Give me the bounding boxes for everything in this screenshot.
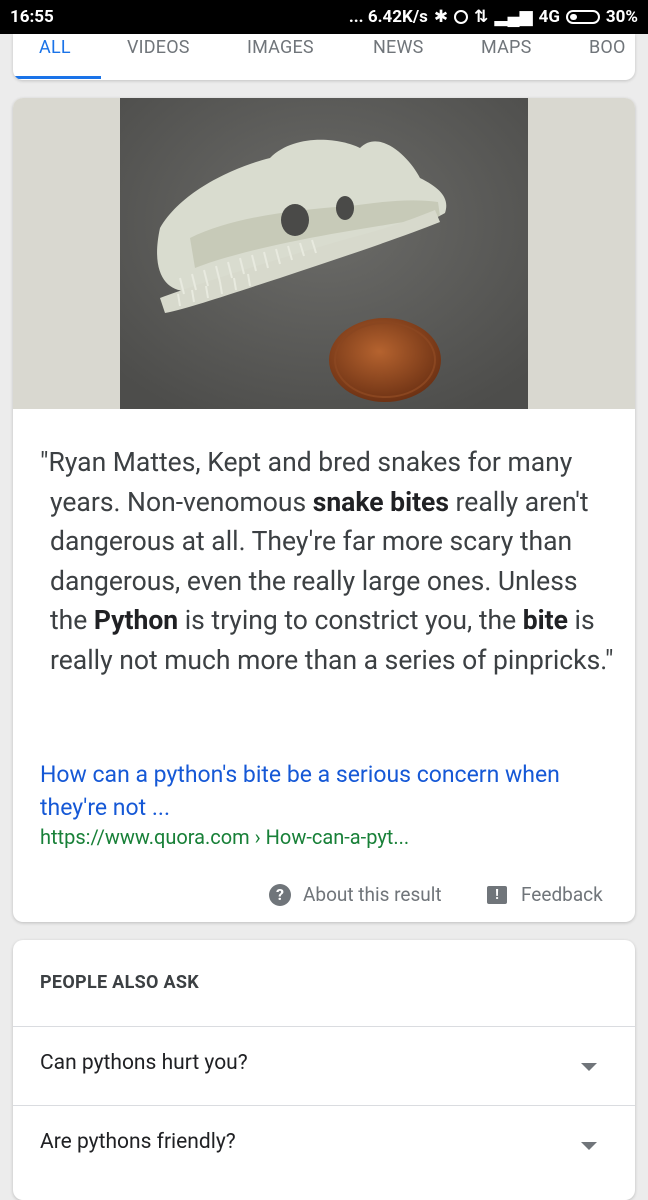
result-link-url[interactable]: https://www.quora.com › How-can-a-pyt... xyxy=(40,825,409,849)
data-arrows-icon: ⇅ xyxy=(474,7,489,27)
feedback-label: Feedback xyxy=(521,883,603,906)
skull-illustration xyxy=(120,98,528,409)
battery-percent: 30% xyxy=(605,7,638,27)
featured-snippet-card: "Ryan Mattes, Kept and bred snakes for m… xyxy=(13,98,635,922)
quote-text: is trying to constrict you, the xyxy=(178,605,523,636)
chevron-down-icon xyxy=(581,1063,597,1071)
tab-books[interactable]: BOO xyxy=(589,37,626,58)
about-label: About this result xyxy=(303,883,442,906)
search-tabs: ALL VIDEOS IMAGES NEWS MAPS BOO xyxy=(13,34,635,80)
paa-question-row[interactable]: Can pythons hurt you? xyxy=(13,1026,635,1106)
battery-icon xyxy=(565,10,600,24)
alarm-icon xyxy=(454,10,469,24)
signal-icon: ▂▄▆ xyxy=(494,7,533,27)
tab-all[interactable]: ALL xyxy=(39,37,71,58)
quote-bold: bite xyxy=(522,605,568,636)
paa-question-row[interactable]: Are pythons friendly? xyxy=(13,1105,635,1185)
paa-question: Can pythons hurt you? xyxy=(40,1051,248,1075)
feedback-button[interactable]: ! Feedback xyxy=(487,883,603,906)
about-this-result-button[interactable]: ? About this result xyxy=(269,883,442,906)
result-link-title[interactable]: How can a python's bite be a serious con… xyxy=(40,758,600,824)
quote-bold: Python xyxy=(93,605,179,636)
status-bar: 16:55 ... 6.42K/s ✱ ⇅ ▂▄▆ 4G 30% xyxy=(0,0,648,34)
status-icons: ... 6.42K/s ✱ ⇅ ▂▄▆ 4G 30% xyxy=(349,7,638,27)
chevron-down-icon xyxy=(581,1142,597,1150)
people-also-ask-heading: PEOPLE ALSO ASK xyxy=(40,972,199,993)
snippet-quote: "Ryan Mattes, Kept and bred snakes for m… xyxy=(40,443,615,680)
paa-question: Are pythons friendly? xyxy=(40,1130,236,1154)
network-speed: ... 6.42K/s xyxy=(348,7,428,27)
tab-images[interactable]: IMAGES xyxy=(247,37,314,58)
tab-maps[interactable]: MAPS xyxy=(481,37,531,58)
bluetooth-icon: ✱ xyxy=(433,7,449,27)
quote-bold: snake bites xyxy=(312,486,449,518)
tab-videos[interactable]: VIDEOS xyxy=(127,37,190,58)
snake-skull-photo xyxy=(120,98,528,409)
tab-news[interactable]: NEWS xyxy=(373,37,424,58)
snippet-image[interactable] xyxy=(13,98,635,409)
active-tab-indicator xyxy=(13,76,101,79)
people-also-ask-card: PEOPLE ALSO ASK Can pythons hurt you? Ar… xyxy=(13,940,635,1200)
network-type: 4G xyxy=(538,7,560,27)
feedback-icon: ! xyxy=(487,885,507,904)
status-time: 16:55 xyxy=(10,7,54,27)
help-icon: ? xyxy=(269,883,291,906)
